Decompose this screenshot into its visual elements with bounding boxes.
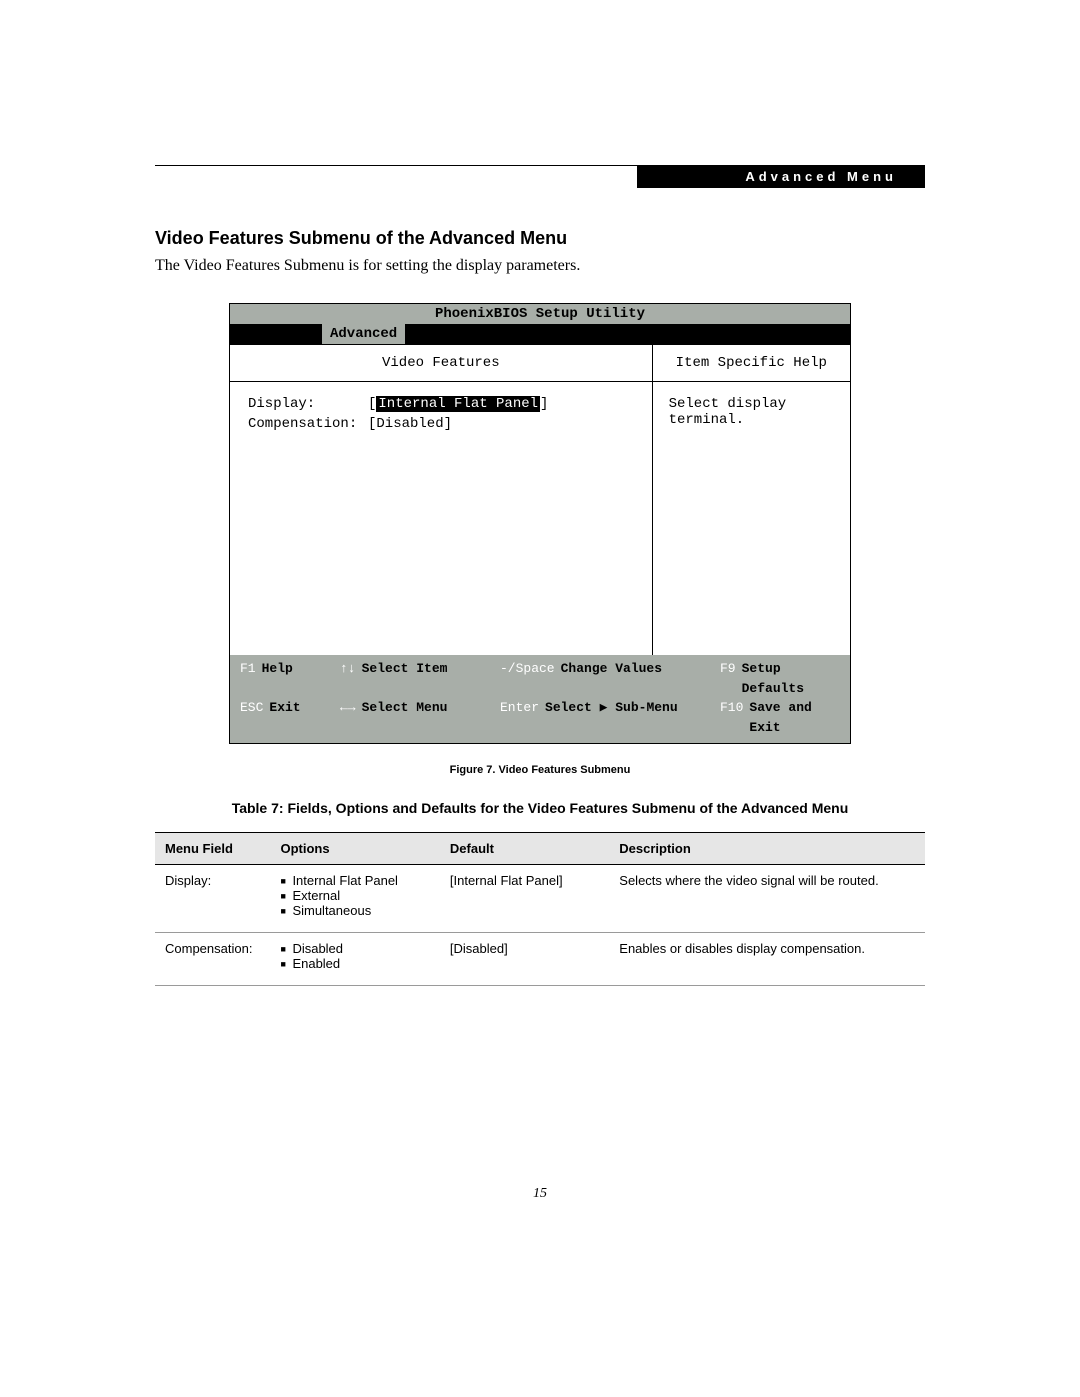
cell-menu: Compensation:: [155, 933, 271, 986]
lr-key: ←→: [340, 698, 362, 737]
th-description: Description: [609, 833, 925, 865]
bios-left-panel: Video Features Display: [Internal Flat P…: [230, 345, 653, 655]
bios-help-text: Select display terminal.: [653, 382, 850, 655]
option-item: External: [281, 888, 430, 903]
bios-field-display[interactable]: Display: [Internal Flat Panel]: [248, 396, 634, 412]
table-row: Compensation: Disabled Enabled [Disabled…: [155, 933, 925, 986]
bios-display-value-wrapper: [Internal Flat Panel]: [368, 396, 548, 412]
section-title: Video Features Submenu of the Advanced M…: [155, 228, 925, 249]
bios-right-panel: Item Specific Help Select display termin…: [653, 345, 850, 655]
bios-field-compensation[interactable]: Compensation: [Disabled]: [248, 416, 634, 432]
bios-left-content: Display: [Internal Flat Panel] Compensat…: [230, 382, 652, 655]
bios-tabs: Advanced: [230, 324, 850, 344]
esc-label: Exit: [269, 698, 300, 737]
cell-options: Internal Flat Panel External Simultaneou…: [271, 865, 440, 933]
f9-key: F9: [720, 659, 742, 698]
f10-label: Save and Exit: [749, 698, 840, 737]
intro-text: The Video Features Submenu is for settin…: [155, 257, 925, 275]
page-number: 15: [155, 1186, 925, 1202]
figure-caption: Figure 7. Video Features Submenu: [155, 764, 925, 776]
enter-label: Select ▶ Sub-Menu: [545, 698, 678, 737]
table-caption: Table 7: Fields, Options and Defaults fo…: [155, 800, 925, 816]
header-tab: Advanced Menu: [637, 165, 925, 188]
space-key: -/Space: [500, 659, 561, 698]
bios-footer: F1Help ↑↓Select Item -/SpaceChange Value…: [230, 655, 850, 743]
updown-key: ↑↓: [340, 659, 362, 698]
cell-description: Selects where the video signal will be r…: [609, 865, 925, 933]
bios-display-label: Display:: [248, 396, 368, 412]
updown-label: Select Item: [362, 659, 448, 698]
f10-key: F10: [720, 698, 749, 737]
th-menu: Menu Field: [155, 833, 271, 865]
cell-default: [Internal Flat Panel]: [440, 865, 609, 933]
bios-compensation-value: [Disabled]: [368, 416, 452, 432]
option-item: Internal Flat Panel: [281, 873, 430, 888]
option-item: Enabled: [281, 956, 430, 971]
header-row: Advanced Menu: [155, 165, 925, 188]
bios-screenshot: PhoenixBIOS Setup Utility Advanced Video…: [229, 303, 851, 744]
esc-key: ESC: [240, 698, 269, 737]
table-header-row: Menu Field Options Default Description: [155, 833, 925, 865]
cell-description: Enables or disables display compensation…: [609, 933, 925, 986]
bios-left-title: Video Features: [230, 345, 652, 382]
bios-display-value: Internal Flat Panel: [376, 396, 540, 412]
options-table: Menu Field Options Default Description D…: [155, 832, 925, 986]
document-page: Advanced Menu Video Features Submenu of …: [155, 0, 925, 1262]
bios-tab-advanced[interactable]: Advanced: [322, 324, 405, 344]
cell-options: Disabled Enabled: [271, 933, 440, 986]
th-options: Options: [271, 833, 440, 865]
f9-label: Setup Defaults: [742, 659, 840, 698]
table-row: Display: Internal Flat Panel External Si…: [155, 865, 925, 933]
lr-label: Select Menu: [362, 698, 448, 737]
bios-compensation-label: Compensation:: [248, 416, 368, 432]
option-item: Simultaneous: [281, 903, 430, 918]
bios-body: Video Features Display: [Internal Flat P…: [230, 344, 850, 655]
cell-default: [Disabled]: [440, 933, 609, 986]
th-default: Default: [440, 833, 609, 865]
space-label: Change Values: [561, 659, 662, 698]
option-item: Disabled: [281, 941, 430, 956]
cell-menu: Display:: [155, 865, 271, 933]
enter-key: Enter: [500, 698, 545, 737]
f1-key: F1: [240, 659, 262, 698]
f1-label: Help: [262, 659, 293, 698]
bios-title: PhoenixBIOS Setup Utility: [230, 304, 850, 324]
bios-right-title: Item Specific Help: [653, 345, 850, 382]
